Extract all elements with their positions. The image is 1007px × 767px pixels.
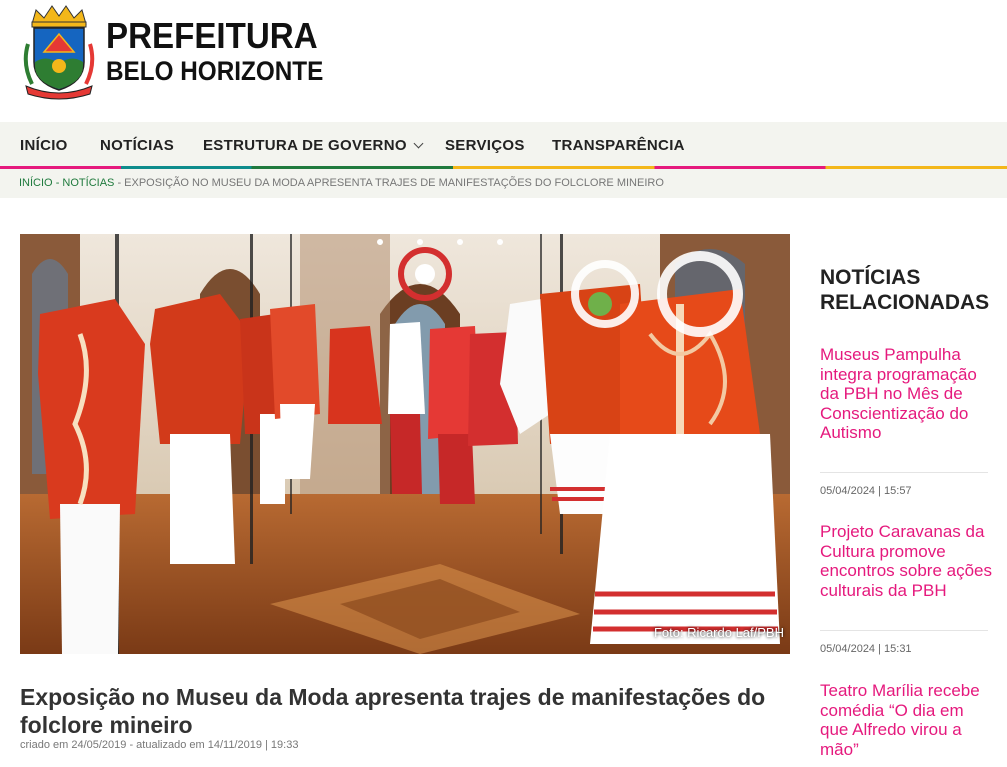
chevron-down-icon (413, 138, 424, 149)
article-meta: criado em 24/05/2019 - atualizado em 14/… (20, 739, 299, 751)
exhibition-photo (20, 234, 790, 654)
coat-of-arms-logo[interactable] (22, 4, 96, 100)
logo-line-city: BELO HORIZONTE (106, 56, 324, 86)
nav-item-servicos[interactable]: SERVIÇOS (445, 137, 525, 154)
nav-item-estrutura-label: ESTRUTURA DE GOVERNO (203, 137, 407, 154)
site-logo-text[interactable]: PREFEITURA BELO HORIZONTE (106, 18, 348, 85)
breadcrumb-section-link[interactable]: NOTÍCIAS (62, 177, 114, 189)
related-news-title[interactable]: Teatro Marília recebe comédia “O dia em … (820, 681, 995, 759)
related-news-date: 05/04/2024 | 15:31 (820, 643, 912, 655)
related-news-heading: NOTÍCIAS RELACIONADAS (820, 266, 990, 314)
logo-line-prefeitura: PREFEITURA (106, 15, 318, 56)
nav-item-transparencia[interactable]: TRANSPARÊNCIA (552, 137, 685, 154)
related-news-title[interactable]: Projeto Caravanas da Cultura promove enc… (820, 522, 995, 600)
article-hero-image: Foto: Ricardo Laf/PBH (20, 234, 790, 654)
breadcrumb-current: EXPOSIÇÃO NO MUSEU DA MODA APRESENTA TRA… (124, 177, 664, 189)
site-header: PREFEITURA BELO HORIZONTE (0, 0, 1007, 122)
nav-item-noticias[interactable]: NOTÍCIAS (100, 137, 174, 154)
related-news-title[interactable]: Museus Pampulha integra programação da P… (820, 345, 995, 443)
divider (820, 630, 988, 631)
breadcrumb-home-link[interactable]: INÍCIO (19, 177, 53, 189)
related-news-date: 05/04/2024 | 15:57 (820, 485, 912, 497)
article-title: Exposição no Museu da Moda apresenta tra… (20, 684, 766, 738)
divider (820, 472, 988, 473)
breadcrumb: INÍCIO - NOTÍCIAS - EXPOSIÇÃO NO MUSEU D… (19, 177, 664, 189)
nav-item-inicio[interactable]: INÍCIO (20, 137, 68, 154)
photo-credit: Foto: Ricardo Laf/PBH (653, 625, 784, 640)
nav-item-estrutura-de-governo[interactable]: ESTRUTURA DE GOVERNO (203, 137, 424, 154)
